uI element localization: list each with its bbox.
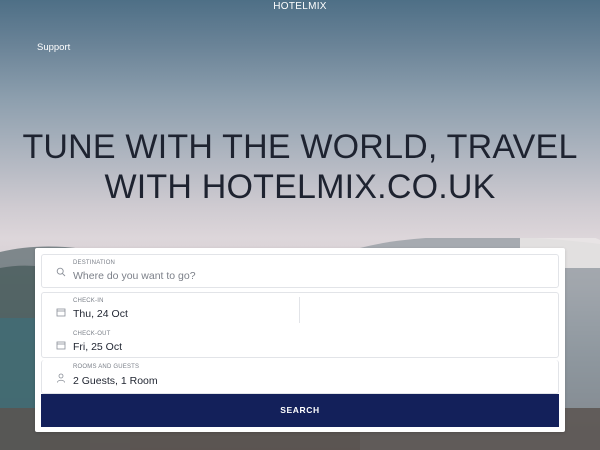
destination-input[interactable]: Where do you want to go? (73, 270, 196, 282)
rooms-guests-field[interactable]: ROOMS AND GUESTS 2 Guests, 1 Room (41, 360, 559, 394)
check-out-value[interactable]: Fri, 25 Oct (73, 341, 122, 353)
calendar-icon (56, 308, 66, 317)
destination-field[interactable]: DESTINATION Where do you want to go? (41, 254, 559, 288)
check-in-label: CHECK-IN (73, 298, 104, 304)
brand-logo[interactable]: HOTELMIX (0, 1, 600, 12)
dates-field: CHECK-IN Thu, 24 Oct CHECK-OUT Fri, 25 O… (41, 292, 559, 358)
hero-title-line-1: TUNE WITH THE WORLD, TRAVEL (22, 128, 578, 166)
calendar-icon (56, 341, 66, 350)
person-icon (57, 373, 65, 383)
site-header: HOTELMIX Support (0, 0, 600, 53)
rooms-guests-label: ROOMS AND GUESTS (73, 364, 140, 370)
hero-title-line-2: WITH HOTELMIX.CO.UK (104, 168, 496, 206)
support-link[interactable]: Support (37, 42, 70, 53)
date-divider (299, 297, 300, 323)
search-icon (56, 267, 66, 277)
hotel-search-form: DESTINATION Where do you want to go? CHE… (35, 248, 565, 432)
check-out-label: CHECK-OUT (73, 331, 111, 337)
rooms-guests-value[interactable]: 2 Guests, 1 Room (73, 375, 158, 387)
hero-title: TUNE WITH THE WORLD, TRAVEL WITH HOTELMI… (0, 127, 600, 207)
search-button[interactable]: SEARCH (41, 394, 559, 427)
destination-label: DESTINATION (73, 260, 116, 266)
check-in-value[interactable]: Thu, 24 Oct (73, 308, 128, 320)
